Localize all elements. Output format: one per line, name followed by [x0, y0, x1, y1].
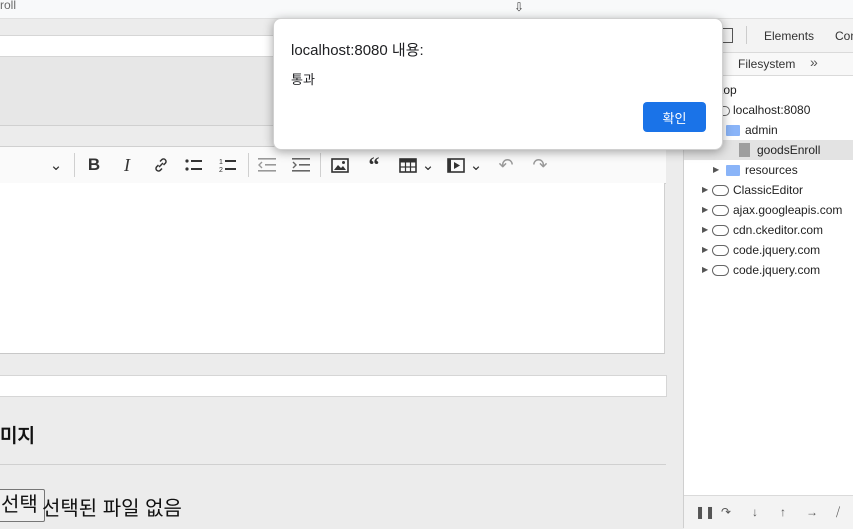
cloud-icon: [712, 245, 729, 256]
tree-item[interactable]: ▶ cdn.ckeditor.com: [684, 220, 853, 240]
link-icon[interactable]: [149, 147, 173, 183]
tree-label: localhost:8080: [733, 103, 811, 117]
pause-icon[interactable]: ❚❚: [695, 505, 715, 519]
section-title: 미지: [0, 426, 35, 447]
expand-triangle-icon[interactable]: ▶: [702, 180, 708, 200]
file-choose-button[interactable]: 선택: [0, 489, 45, 522]
tree-item[interactable]: ▶ resources: [684, 160, 853, 180]
tab-title-fragment: roll: [0, 0, 17, 12]
italic-button[interactable]: I: [115, 147, 139, 183]
chevron-down-icon[interactable]: ⌄: [48, 147, 64, 183]
bold-button[interactable]: B: [82, 147, 106, 183]
expand-triangle-icon[interactable]: ▶: [702, 220, 708, 240]
more-tabs-icon[interactable]: »: [810, 54, 818, 70]
media-icon[interactable]: [444, 147, 468, 183]
cloud-icon: [712, 265, 729, 276]
expand-triangle-icon[interactable]: ▶: [702, 240, 708, 260]
tree-label: code.jquery.com: [733, 243, 821, 257]
table-icon[interactable]: [396, 147, 420, 183]
expand-triangle-icon[interactable]: ▶: [702, 260, 708, 280]
step-over-icon[interactable]: ↷: [721, 505, 731, 519]
tree-label: admin: [745, 123, 778, 137]
file-icon: [739, 143, 750, 157]
svg-text:2: 2: [219, 167, 223, 173]
blockquote-icon[interactable]: “: [362, 147, 386, 183]
cloud-icon: [712, 205, 729, 216]
expand-triangle-icon[interactable]: ▶: [702, 200, 708, 220]
tab-elements[interactable]: Elements: [764, 29, 814, 43]
outdent-icon[interactable]: [255, 147, 279, 183]
numbered-list-icon[interactable]: 12: [216, 147, 240, 183]
alert-dialog: localhost:8080 내용: 통과 확인: [273, 18, 723, 150]
divider: [0, 464, 666, 465]
text-input[interactable]: [0, 375, 667, 397]
toolbar-separator: [248, 153, 249, 177]
dialog-title: localhost:8080 내용:: [291, 42, 424, 59]
rich-text-editor[interactable]: [0, 183, 665, 354]
debugger-controls: ❚❚ ↷ ↓ ↑ → ⧸: [684, 495, 853, 529]
step-into-icon[interactable]: ↓: [752, 505, 758, 519]
tab-filesystem[interactable]: Filesystem: [738, 57, 795, 71]
image-icon[interactable]: [328, 147, 352, 183]
file-status-text: 선택된 파일 없음: [42, 498, 182, 520]
tree-item[interactable]: ▶ ajax.googleapis.com: [684, 200, 853, 220]
bulleted-list-icon[interactable]: [182, 147, 206, 183]
step-icon[interactable]: →: [806, 505, 818, 519]
tree-label: goodsEnroll: [757, 143, 821, 157]
deactivate-breakpoints-icon[interactable]: ⧸: [836, 505, 840, 520]
tab-console[interactable]: Con: [835, 29, 853, 43]
tree-item[interactable]: ▶ ClassicEditor: [684, 180, 853, 200]
browser-top-strip: roll ⇩: [0, 0, 853, 19]
redo-icon[interactable]: ↷: [528, 147, 552, 183]
chevron-down-icon[interactable]: ⌄: [468, 147, 484, 183]
tree-label: code.jquery.com: [733, 263, 821, 277]
indent-icon[interactable]: [289, 147, 313, 183]
folder-icon: [726, 125, 740, 136]
chevron-down-icon[interactable]: ⌄: [420, 147, 436, 183]
editor-toolbar: ⌄ B I 12 “ ⌄ ⌄ ↶ ↷: [0, 146, 666, 184]
step-out-icon[interactable]: ↑: [780, 505, 786, 519]
dialog-message: 통과: [291, 72, 315, 87]
tree-item[interactable]: ▶ code.jquery.com: [684, 260, 853, 280]
cloud-icon: [712, 185, 729, 196]
toolbar-separator: [74, 153, 75, 177]
toolbar-separator: [320, 153, 321, 177]
folder-icon: [726, 165, 740, 176]
tree-label: cdn.ckeditor.com: [733, 223, 824, 237]
tree-item[interactable]: ▶ code.jquery.com: [684, 240, 853, 260]
svg-text:1: 1: [219, 159, 223, 166]
ok-button[interactable]: 확인: [643, 102, 706, 132]
tree-label: ClassicEditor: [733, 183, 804, 197]
undo-icon[interactable]: ↶: [494, 147, 518, 183]
tree-label: ajax.googleapis.com: [733, 203, 843, 217]
expand-triangle-icon[interactable]: ▶: [713, 160, 719, 180]
tree-label: resources: [745, 163, 798, 177]
mouse-cursor-icon: ⇩: [514, 0, 525, 14]
tab-separator: [746, 26, 747, 44]
cloud-icon: [712, 225, 729, 236]
